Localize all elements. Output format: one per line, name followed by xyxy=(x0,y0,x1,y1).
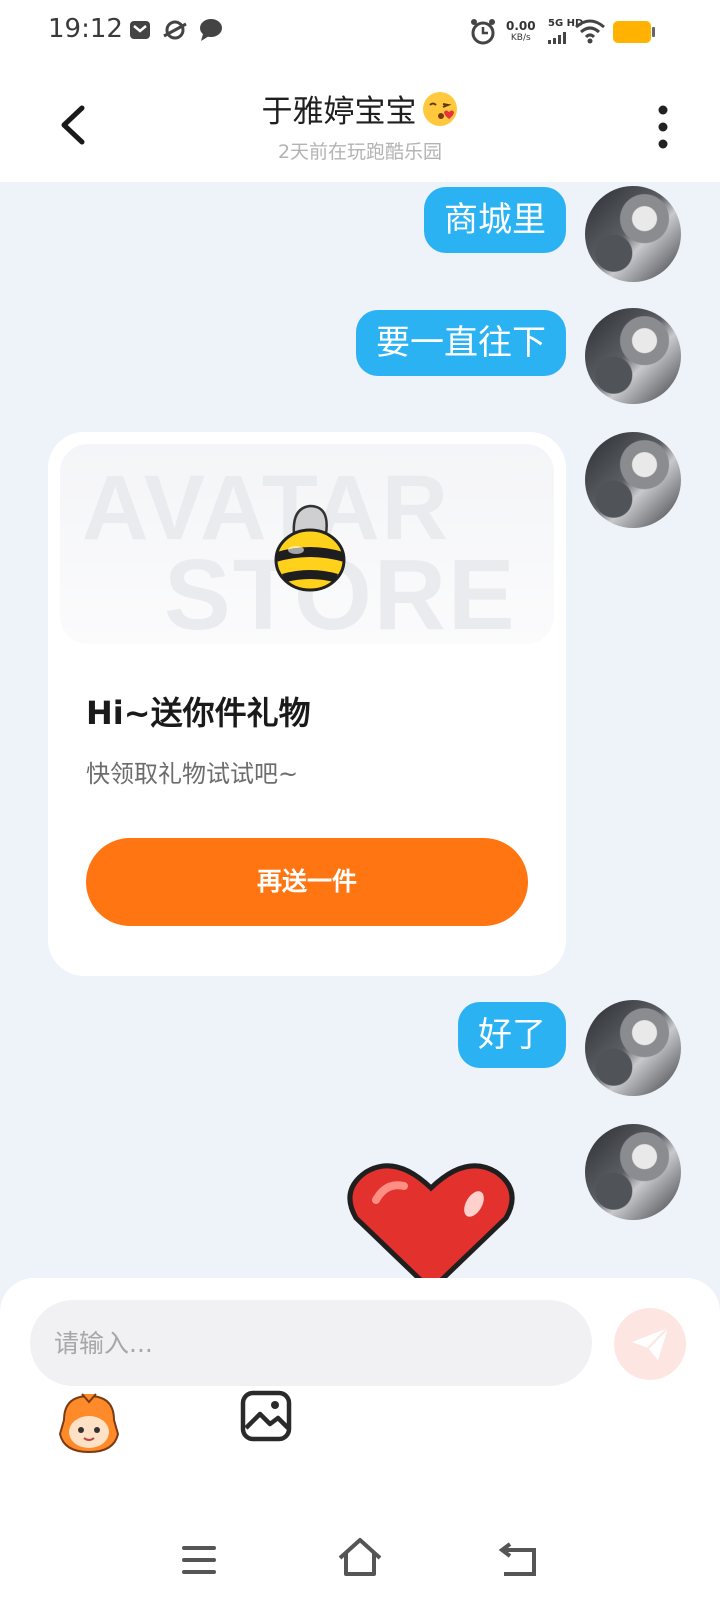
avatar[interactable] xyxy=(585,186,681,282)
net-speed-unit: KB/s xyxy=(510,33,531,43)
status-time: 19:12 xyxy=(48,14,123,44)
alarm-icon xyxy=(471,19,495,45)
gift-card[interactable]: AVATAR STORE Hi~送你件礼物 快领取礼物试试吧~ 再送一件 xyxy=(48,432,566,976)
menu-icon[interactable] xyxy=(180,1542,218,1578)
chat-header: 于雅婷宝宝 2天前在玩跑酷乐园 xyxy=(0,66,720,182)
chat-icon xyxy=(200,19,222,41)
more-options-icon[interactable] xyxy=(648,102,678,152)
home-icon[interactable] xyxy=(336,1536,384,1578)
message-bubble[interactable]: 商城里 xyxy=(424,187,566,253)
gift-subtitle: 快领取礼物试试吧~ xyxy=(86,760,299,788)
system-nav-bar xyxy=(0,1522,720,1612)
avatar[interactable] xyxy=(585,308,681,404)
status-bar: 19:12 0.00 KB/s 5G HD xyxy=(0,0,720,66)
wifi-icon xyxy=(575,19,605,44)
chat-title: 于雅婷宝宝 2天前在玩跑酷乐园 xyxy=(140,86,580,164)
back-button[interactable] xyxy=(50,96,100,152)
image-picker-icon[interactable] xyxy=(240,1390,292,1442)
send-again-button[interactable]: 再送一件 xyxy=(86,838,528,926)
send-button[interactable] xyxy=(614,1308,686,1380)
gift-title: Hi~送你件礼物 xyxy=(86,694,311,732)
mascot-emoji-icon[interactable] xyxy=(54,1390,124,1460)
kiss-emoji-icon xyxy=(422,91,457,126)
mail-icon xyxy=(130,21,150,39)
back-nav-icon[interactable] xyxy=(498,1542,540,1580)
message-bubble[interactable]: 要一直往下 xyxy=(356,310,566,376)
battery-icon xyxy=(613,21,655,43)
planet-icon xyxy=(163,20,187,40)
avatar[interactable] xyxy=(585,1000,681,1096)
contact-status: 2天前在玩跑酷乐园 xyxy=(277,141,443,163)
net-speed-value: 0.00 xyxy=(506,19,536,33)
signal-icon xyxy=(548,32,566,44)
red-heart-sticker-icon[interactable] xyxy=(346,1160,516,1290)
message-bubble[interactable]: 好了 xyxy=(458,1002,566,1068)
contact-name: 于雅婷宝宝 xyxy=(261,94,417,130)
message-input[interactable] xyxy=(30,1300,592,1386)
gift-banner: AVATAR STORE xyxy=(60,444,554,644)
net-speed: 0.00 KB/s xyxy=(506,20,536,44)
bee-gift-icon xyxy=(274,504,346,592)
send-icon xyxy=(632,1327,669,1360)
avatar[interactable] xyxy=(585,432,681,528)
avatar[interactable] xyxy=(585,1124,681,1220)
